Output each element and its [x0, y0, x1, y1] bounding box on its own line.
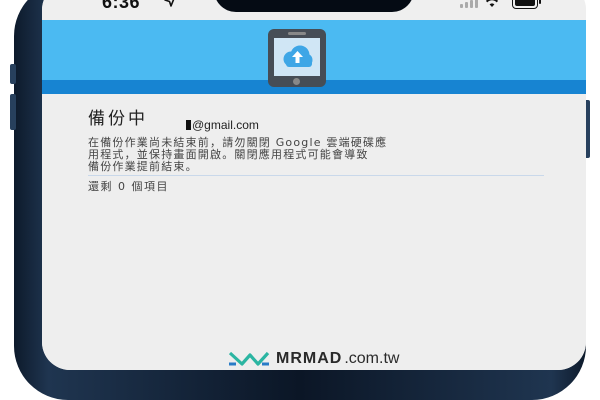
divider	[88, 175, 544, 176]
cellular-signal-icon	[460, 0, 478, 8]
account-email-text: @gmail.com	[192, 118, 259, 132]
mrmad-logo-icon	[228, 351, 270, 366]
remaining-items: 還剩 0 個項目	[88, 180, 169, 193]
phone-cloud-upload-icon	[268, 29, 326, 87]
wifi-icon	[485, 0, 499, 7]
battery-icon	[512, 0, 541, 9]
description-line: 備份作業提前結束。	[88, 160, 198, 173]
location-arrow-icon	[164, 0, 175, 7]
notch	[214, 0, 414, 12]
watermark-brand: MRMAD	[276, 350, 343, 367]
volume-up-button	[10, 94, 16, 130]
silent-switch	[10, 64, 16, 84]
backup-description: 在備份作業尚未結束前，請勿關閉 Google 雲端硬碟應 用程式，並保持畫面開啟…	[88, 137, 548, 173]
phone-frame: 6:36 備份中 @gmail.com 在備份作業尚未結束前，請勿關閉 Goog…	[10, 0, 590, 400]
backup-title: 備份中	[88, 109, 148, 129]
status-time: 6:36	[102, 0, 141, 12]
account-email: @gmail.com	[186, 118, 259, 132]
phone-screen: 6:36 備份中 @gmail.com 在備份作業尚未結束前，請勿關閉 Goog…	[42, 0, 586, 370]
watermark: MRMAD .com.tw	[228, 350, 399, 368]
redaction-mask	[186, 120, 191, 130]
watermark-domain: .com.tw	[344, 350, 400, 367]
